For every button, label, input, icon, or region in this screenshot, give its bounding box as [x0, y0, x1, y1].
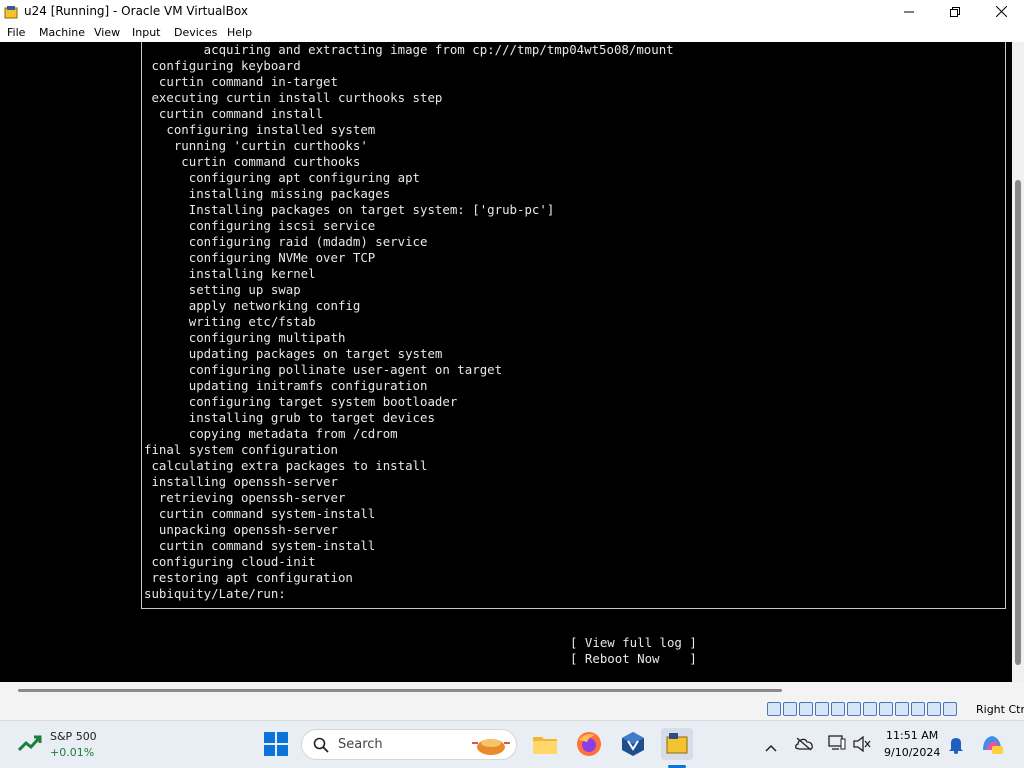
- log-line: apply networking config: [144, 298, 361, 313]
- log-line: updating initramfs configuration: [144, 378, 428, 393]
- start-icon[interactable]: [262, 730, 290, 758]
- close-button[interactable]: [978, 0, 1024, 23]
- log-line: restoring apt configuration: [144, 570, 353, 585]
- vertical-scrollbar[interactable]: [1012, 42, 1024, 682]
- log-line: executing curtin install curthooks step: [144, 90, 443, 105]
- log-line: curtin command curthooks: [144, 154, 361, 169]
- install-log: acquiring and extracting image from cp:/…: [144, 42, 1004, 602]
- stock-trend-icon: [17, 734, 42, 758]
- vm-status-bar: Right Ctrl: [0, 682, 1024, 720]
- minimize-icon: [904, 2, 914, 21]
- log-line: final system configuration: [144, 442, 338, 457]
- log-line: configuring keyboard: [144, 58, 301, 73]
- menu-file[interactable]: File: [7, 26, 25, 39]
- network-icon[interactable]: [815, 702, 829, 716]
- audio-icon[interactable]: [799, 702, 813, 716]
- vm-display[interactable]: acquiring and extracting image from cp:/…: [0, 42, 1024, 682]
- log-line: curtin command install: [144, 106, 324, 121]
- log-line: curtin command system-install: [144, 538, 376, 553]
- video-capture-icon[interactable]: [879, 702, 893, 716]
- window-title: u24 [Running] - Oracle VM VirtualBox: [24, 4, 248, 18]
- title-bar: u24 [Running] - Oracle VM VirtualBox: [0, 0, 1024, 23]
- log-line: installing kernel: [144, 266, 316, 281]
- running-vm-icon[interactable]: [661, 728, 693, 760]
- log-line: configuring iscsi service: [144, 218, 376, 233]
- menu-bar: File Machine View Input Devices Help: [0, 23, 1024, 42]
- stock-name[interactable]: S&P 500: [50, 730, 97, 743]
- log-line: configuring target system bootloader: [144, 394, 458, 409]
- log-line: configuring apt configuring apt: [144, 170, 421, 185]
- search-placeholder: Search: [338, 737, 383, 752]
- virtualbox-icon[interactable]: [619, 730, 647, 758]
- mouse-integration-icon[interactable]: [927, 702, 941, 716]
- clock-time[interactable]: 11:51 AM: [886, 729, 938, 742]
- log-line: configuring installed system: [144, 122, 376, 137]
- sound-icon[interactable]: [853, 735, 871, 756]
- shared-folders-icon[interactable]: [847, 702, 861, 716]
- log-line: setting up swap: [144, 282, 301, 297]
- display-icon[interactable]: [863, 702, 877, 716]
- usb-icon[interactable]: [831, 702, 845, 716]
- log-line: configuring cloud-init: [144, 554, 316, 569]
- log-line: Installing packages on target system: ['…: [144, 202, 555, 217]
- log-line: subiquity/Late/run:: [144, 586, 286, 601]
- log-line: installing grub to target devices: [144, 410, 435, 425]
- virtualbox-app-icon: [4, 4, 18, 19]
- log-line: configuring raid (mdadm) service: [144, 234, 428, 249]
- close-icon: [995, 2, 1007, 21]
- cpu-icon[interactable]: [911, 702, 925, 716]
- scrollbar-thumb[interactable]: [1015, 180, 1021, 665]
- firefox-icon[interactable]: [575, 730, 603, 758]
- log-line: curtin command in-target: [144, 74, 338, 89]
- recording-icon[interactable]: [895, 702, 909, 716]
- host-key-label: Right Ctrl: [976, 703, 1024, 716]
- menu-help[interactable]: Help: [227, 26, 252, 39]
- decorative-search-art-icon: [468, 733, 514, 761]
- taskbar-search[interactable]: Search: [301, 729, 517, 760]
- menu-view[interactable]: View: [94, 26, 120, 39]
- menu-machine[interactable]: Machine: [39, 26, 85, 39]
- horizontal-scrollbar[interactable]: [18, 689, 782, 692]
- log-line: writing etc/fstab: [144, 314, 316, 329]
- clock-date[interactable]: 9/10/2024: [884, 746, 940, 759]
- log-line: unpacking openssh-server: [144, 522, 338, 537]
- log-line: configuring pollinate user-agent on targ…: [144, 362, 503, 377]
- notification-bell-icon[interactable]: [948, 736, 964, 758]
- log-line: installing openssh-server: [144, 474, 338, 489]
- log-line: configuring NVMe over TCP: [144, 250, 376, 265]
- display-icon[interactable]: [828, 735, 846, 755]
- optical-drive-icon[interactable]: [783, 702, 797, 716]
- menu-devices[interactable]: Devices: [174, 26, 217, 39]
- search-icon: [313, 737, 329, 757]
- hard-disk-icon[interactable]: [767, 702, 781, 716]
- log-line: updating packages on target system: [144, 346, 443, 361]
- view-full-log-button[interactable]: [ View full log ]: [570, 635, 697, 651]
- log-line: configuring multipath: [144, 330, 346, 345]
- onedrive-icon[interactable]: [795, 736, 813, 755]
- log-line: copying metadata from /cdrom: [144, 426, 398, 441]
- file-explorer-icon[interactable]: [531, 730, 559, 758]
- chevron-up-icon[interactable]: [765, 738, 777, 757]
- taskbar: S&P 500 +0.01% Search 11:51 AM 9/10/2024: [0, 720, 1024, 768]
- log-line: installing missing packages: [144, 186, 391, 201]
- stock-change[interactable]: +0.01%: [50, 746, 94, 759]
- minimize-button[interactable]: [886, 0, 932, 23]
- log-line: acquiring and extracting image from cp:/…: [144, 42, 674, 57]
- log-line: running 'curtin curthooks': [144, 138, 368, 153]
- log-line: calculating extra packages to install: [144, 458, 428, 473]
- maximize-icon: [950, 2, 960, 21]
- status-icons-group: [767, 702, 957, 716]
- log-line: retrieving openssh-server: [144, 490, 346, 505]
- reboot-now-button[interactable]: [ Reboot Now ]: [570, 651, 697, 667]
- keyboard-icon[interactable]: [943, 702, 957, 716]
- copilot-icon[interactable]: [980, 732, 1004, 760]
- menu-input[interactable]: Input: [132, 26, 160, 39]
- maximize-button[interactable]: [932, 0, 978, 23]
- log-line: curtin command system-install: [144, 506, 376, 521]
